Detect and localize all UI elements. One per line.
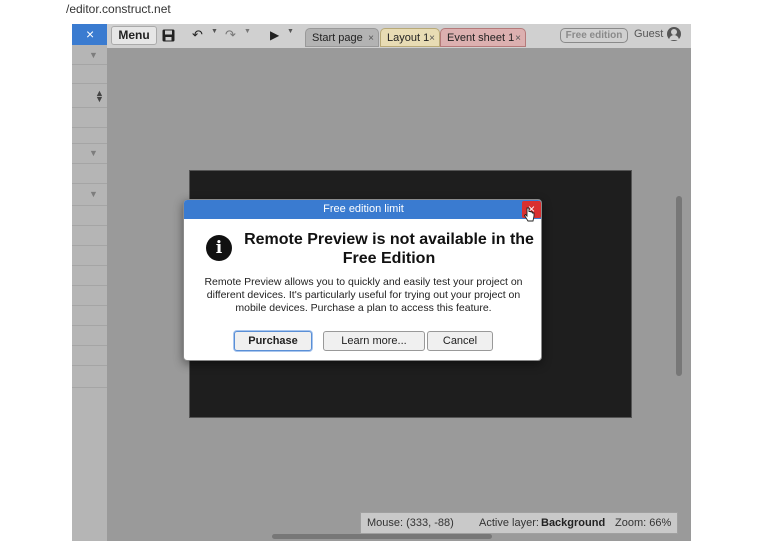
main-toolbar: Menu ↶ ▼ ↷ ▼ ▶ ▼ Start page × Layout 1 ×… bbox=[107, 24, 691, 48]
status-bar: Mouse: (333, -88) Active layer: Backgrou… bbox=[360, 512, 678, 534]
panel-row[interactable] bbox=[72, 346, 107, 366]
preview-dropdown-icon[interactable]: ▼ bbox=[287, 28, 294, 35]
panel-row[interactable] bbox=[72, 266, 107, 286]
address-bar-url[interactable]: /editor.construct.net bbox=[66, 2, 171, 16]
free-edition-limit-dialog: Free edition limit × i Remote Preview is… bbox=[183, 199, 542, 361]
panel-row[interactable] bbox=[72, 65, 107, 84]
tab-label: Start page bbox=[312, 32, 363, 44]
hand-cursor-icon bbox=[523, 207, 535, 222]
vertical-scrollbar[interactable] bbox=[676, 196, 682, 376]
horizontal-scrollbar[interactable] bbox=[272, 534, 492, 539]
active-layer-value: Background bbox=[541, 517, 606, 529]
panel-close-icon[interactable]: × bbox=[86, 26, 94, 42]
stepper-icon[interactable]: ▲ ▼ bbox=[95, 89, 104, 104]
panel-row[interactable] bbox=[72, 206, 107, 226]
redo-icon[interactable]: ↷ bbox=[225, 26, 236, 44]
tab-start-page[interactable]: Start page × bbox=[305, 28, 379, 47]
redo-dropdown-icon[interactable]: ▼ bbox=[244, 28, 251, 35]
active-layer-label: Active layer: bbox=[479, 517, 539, 529]
panel-row[interactable] bbox=[72, 306, 107, 326]
undo-dropdown-icon[interactable]: ▼ bbox=[211, 28, 218, 35]
user-icon[interactable] bbox=[667, 27, 681, 41]
undo-icon[interactable]: ↶ bbox=[192, 26, 203, 44]
collapse-arrow-icon[interactable]: ▼ bbox=[89, 50, 98, 60]
panel-row[interactable] bbox=[72, 128, 107, 144]
user-name[interactable]: Guest bbox=[634, 28, 663, 40]
tab-label: Layout 1 bbox=[387, 32, 430, 44]
panel-row[interactable] bbox=[72, 164, 107, 184]
panel-row[interactable] bbox=[72, 246, 107, 266]
tab-close-icon[interactable]: × bbox=[429, 29, 435, 48]
learn-more-button[interactable]: Learn more... bbox=[323, 331, 425, 351]
panel-row[interactable]: ▼ bbox=[72, 45, 107, 65]
panel-row[interactable] bbox=[72, 226, 107, 246]
panel-row[interactable] bbox=[72, 286, 107, 306]
tab-layout-1[interactable]: Layout 1 × bbox=[380, 28, 440, 47]
dialog-title: Free edition limit bbox=[184, 200, 541, 219]
dialog-message: Remote Preview allows you to quickly and… bbox=[204, 276, 523, 314]
dialog-heading: Remote Preview is not available in the F… bbox=[244, 231, 534, 267]
panel-row[interactable]: ▼ bbox=[72, 184, 107, 206]
tab-event-sheet-1[interactable]: Event sheet 1 × bbox=[440, 28, 526, 47]
properties-panel: × ▼ ▲ ▼ ▼ ▼ bbox=[72, 24, 107, 541]
collapse-arrow-icon[interactable]: ▼ bbox=[89, 148, 98, 158]
info-icon: i bbox=[206, 235, 232, 261]
tab-label: Event sheet 1 bbox=[447, 32, 515, 44]
collapse-arrow-icon[interactable]: ▼ bbox=[89, 189, 98, 199]
purchase-button[interactable]: Purchase bbox=[234, 331, 312, 351]
tab-close-icon[interactable]: × bbox=[368, 29, 374, 48]
panel-row[interactable] bbox=[72, 366, 107, 388]
save-icon[interactable] bbox=[162, 26, 175, 44]
zoom-level: Zoom: 66% bbox=[615, 517, 672, 529]
screen: /editor.construct.net × ▼ ▲ ▼ ▼ ▼ Menu ↶… bbox=[0, 0, 763, 541]
panel-row[interactable]: ▼ bbox=[72, 144, 107, 164]
cancel-button[interactable]: Cancel bbox=[427, 331, 493, 351]
tab-close-icon[interactable]: × bbox=[515, 29, 521, 48]
menu-button[interactable]: Menu bbox=[111, 26, 157, 45]
properties-panel-header: × bbox=[72, 24, 107, 45]
free-edition-badge[interactable]: Free edition bbox=[560, 28, 628, 43]
panel-row[interactable] bbox=[72, 326, 107, 346]
panel-row[interactable]: ▲ ▼ bbox=[72, 84, 107, 108]
play-icon[interactable]: ▶ bbox=[270, 26, 279, 44]
mouse-position: Mouse: (333, -88) bbox=[367, 517, 454, 529]
panel-row[interactable] bbox=[72, 108, 107, 128]
